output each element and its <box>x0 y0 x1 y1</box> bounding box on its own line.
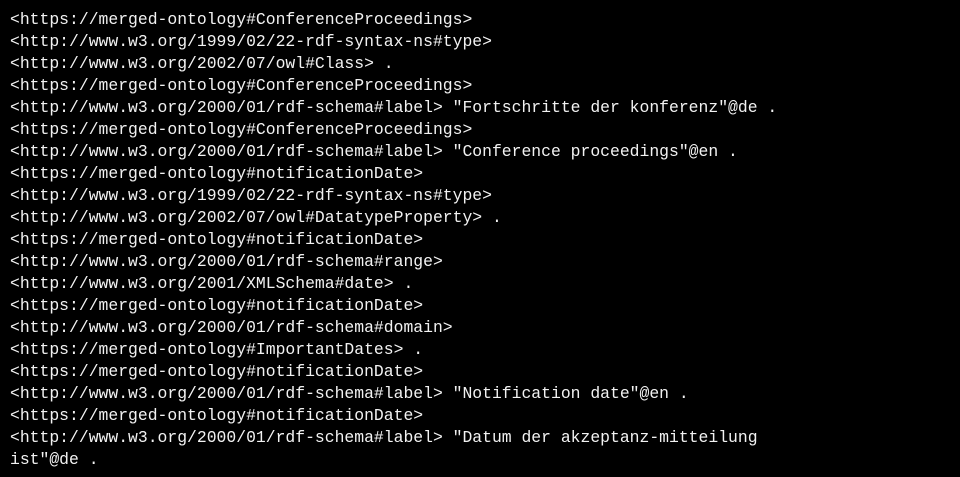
terminal-line: <http://www.w3.org/2002/07/owl#Class> . <box>10 54 394 73</box>
terminal-line: <http://www.w3.org/1999/02/22-rdf-syntax… <box>10 186 492 205</box>
terminal-line: <http://www.w3.org/2001/XMLSchema#date> … <box>10 274 414 293</box>
terminal-line: <http://www.w3.org/2000/01/rdf-schema#la… <box>10 142 738 161</box>
terminal-line: <http://www.w3.org/2000/01/rdf-schema#la… <box>10 384 689 403</box>
terminal-line: <https://merged-ontology#ConferenceProce… <box>10 120 473 139</box>
terminal-line: <http://www.w3.org/2000/01/rdf-schema#do… <box>10 318 453 337</box>
terminal-line: <https://merged-ontology#notificationDat… <box>10 296 424 315</box>
terminal-line: <https://merged-ontology#notificationDat… <box>10 362 424 381</box>
terminal-line: <https://merged-ontology#ImportantDates>… <box>10 340 424 359</box>
terminal-line: <https://merged-ontology#ConferenceProce… <box>10 76 473 95</box>
terminal-line: <http://www.w3.org/2002/07/owl#DatatypeP… <box>10 208 502 227</box>
terminal-line: <https://merged-ontology#notificationDat… <box>10 164 424 183</box>
terminal-line: <http://www.w3.org/2000/01/rdf-schema#la… <box>10 428 758 447</box>
terminal-line: <http://www.w3.org/2000/01/rdf-schema#ra… <box>10 252 443 271</box>
terminal-line: <https://merged-ontology#notificationDat… <box>10 230 424 249</box>
terminal-line: <https://merged-ontology#notificationDat… <box>10 406 424 425</box>
terminal-line: ist"@de . <box>10 450 99 469</box>
terminal-line: <http://www.w3.org/1999/02/22-rdf-syntax… <box>10 32 492 51</box>
terminal-line: <https://merged-ontology#ConferenceProce… <box>10 10 473 29</box>
terminal-line: <http://www.w3.org/2000/01/rdf-schema#la… <box>10 98 778 117</box>
terminal-output: <https://merged-ontology#ConferenceProce… <box>0 0 960 477</box>
